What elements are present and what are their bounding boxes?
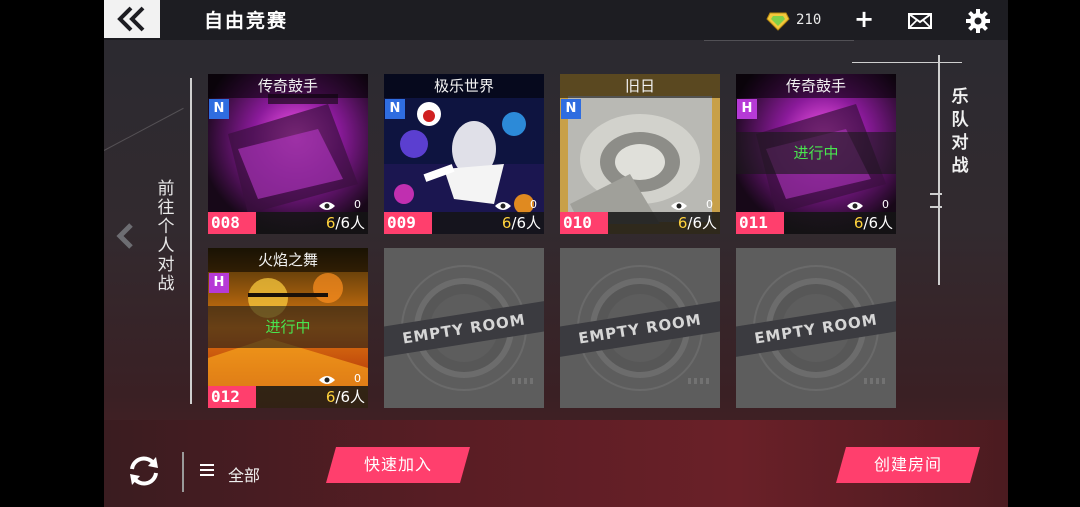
song-title: 旧日: [560, 74, 720, 98]
room-card[interactable]: 传奇鼓手 N 0 008 6/6人: [208, 74, 368, 234]
plus-icon[interactable]: +: [854, 7, 874, 31]
mail-icon[interactable]: [908, 13, 932, 29]
decoration: [864, 378, 886, 384]
filter-menu-icon[interactable]: [200, 464, 214, 476]
empty-room-card[interactable]: EMPTY ROOM: [384, 248, 544, 408]
player-count: 6/6人: [502, 212, 541, 234]
quick-join-button[interactable]: 快速加入: [326, 447, 470, 483]
difficulty-badge: H: [209, 273, 229, 293]
room-status: 进行中: [208, 306, 368, 348]
divider: [190, 78, 192, 404]
game-screen: 自由竞赛 210 + 前往个人对战 乐队对战 传奇鼓手 N 0 008 6/6人…: [104, 0, 1008, 507]
player-count: 6/6人: [678, 212, 717, 234]
decoration: [688, 378, 710, 384]
divider: [930, 206, 942, 208]
page-title: 自由竞赛: [204, 10, 289, 32]
viewer-count: 0: [882, 198, 889, 211]
room-number: 012: [211, 387, 240, 406]
song-title: 极乐世界: [384, 74, 544, 98]
background-decoration: [104, 107, 184, 151]
room-card[interactable]: 火焰之舞 H 进行中 0 012 6/6人: [208, 248, 368, 408]
viewer-count: 0: [530, 198, 537, 211]
room-card[interactable]: 旧日 N 0 010 6/6人: [560, 74, 720, 234]
difficulty-badge: H: [737, 99, 757, 119]
players-current: 6: [501, 214, 512, 232]
player-count: 6/6人: [326, 212, 365, 234]
create-room-button[interactable]: 创建房间: [836, 447, 980, 483]
room-status: 进行中: [736, 132, 896, 174]
song-title: 传奇鼓手: [208, 74, 368, 98]
divider: [182, 452, 184, 492]
players-current: 6: [853, 214, 864, 232]
chevron-left-icon[interactable]: [114, 222, 136, 250]
song-title: 火焰之舞: [208, 248, 368, 272]
empty-room-card[interactable]: EMPTY ROOM: [736, 248, 896, 408]
difficulty-badge: N: [209, 99, 229, 119]
eye-icon: [847, 202, 863, 210]
eye-icon: [319, 376, 335, 384]
band-battle-tab[interactable]: 乐队对战: [949, 86, 971, 178]
players-current: 6: [325, 388, 336, 406]
room-number: 010: [563, 213, 592, 232]
divider: [852, 62, 962, 63]
players-total: /6人: [511, 214, 541, 232]
room-number: 008: [211, 213, 240, 232]
currency-count: 210: [796, 12, 822, 28]
top-bar: 自由竞赛 210 +: [104, 0, 1008, 40]
players-total: /6人: [687, 214, 717, 232]
room-number: 009: [387, 213, 416, 232]
viewer-count: 0: [354, 198, 361, 211]
refresh-icon[interactable]: [126, 454, 162, 488]
back-button[interactable]: [104, 0, 160, 38]
eye-icon: [495, 202, 511, 210]
gem-coin-icon: [766, 12, 790, 31]
players-current: 6: [677, 214, 688, 232]
empty-room-card[interactable]: EMPTY ROOM: [560, 248, 720, 408]
background-decoration: [704, 40, 854, 41]
players-total: /6人: [335, 388, 365, 406]
room-number: 011: [739, 213, 768, 232]
double-chevron-left-icon: [117, 6, 145, 32]
filter-dropdown[interactable]: 全部: [228, 462, 260, 486]
viewer-count: 0: [354, 372, 361, 385]
divider: [938, 55, 940, 285]
room-card[interactable]: 极乐世界 N 0 009 6/6人: [384, 74, 544, 234]
song-cover-art: [560, 74, 720, 234]
eye-icon: [671, 202, 687, 210]
player-count: 6/6人: [326, 386, 365, 408]
personal-battle-link[interactable]: 前往个人对战: [154, 180, 178, 294]
player-count: 6/6人: [854, 212, 893, 234]
players-total: /6人: [335, 214, 365, 232]
players-total: /6人: [863, 214, 893, 232]
room-card[interactable]: 传奇鼓手 H 进行中 0 011 6/6人: [736, 74, 896, 234]
song-cover-art: [208, 74, 368, 234]
gear-icon[interactable]: [966, 9, 990, 33]
divider: [930, 193, 942, 195]
song-cover-art: [384, 74, 544, 234]
difficulty-badge: N: [561, 99, 581, 119]
eye-icon: [319, 202, 335, 210]
song-title: 传奇鼓手: [736, 74, 896, 98]
difficulty-badge: N: [385, 99, 405, 119]
decoration: [512, 378, 534, 384]
players-current: 6: [325, 214, 336, 232]
viewer-count: 0: [706, 198, 713, 211]
